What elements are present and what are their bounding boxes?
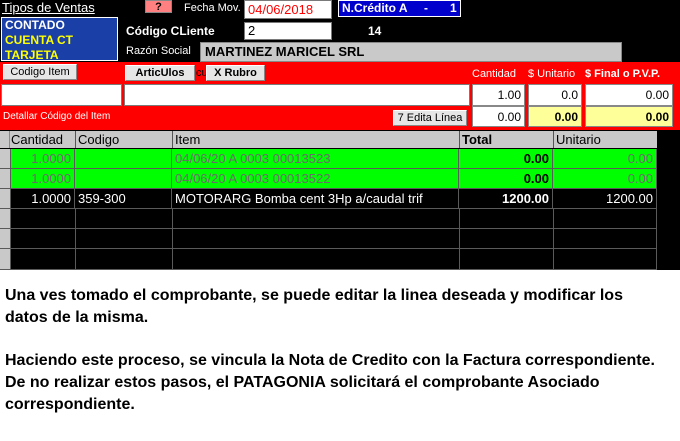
unitario-input-2[interactable]: 0.00 — [528, 106, 582, 127]
grid-line — [553, 209, 554, 270]
razon-social-label: Razón Social — [126, 45, 191, 57]
table-row-cell[interactable]: 1.0000 — [11, 169, 75, 189]
table-row-cell[interactable]: 359-300 — [75, 189, 172, 209]
fecha-label: Fecha Mov. — [184, 2, 241, 14]
final-input-2[interactable]: 0.00 — [585, 106, 673, 127]
codigo-item-input[interactable] — [1, 84, 122, 106]
table-row-cell[interactable] — [75, 149, 172, 169]
codigo-cliente-extra: 14 — [368, 24, 382, 38]
final-label: $ Final o P.V.P. — [585, 68, 661, 80]
table-row-cell[interactable]: 0.00 — [459, 169, 553, 189]
document-number: 1 — [450, 1, 457, 15]
tipos-listbox[interactable]: CONTADO CUENTA CT TARJETA — [1, 17, 118, 61]
table-row-cell[interactable]: 04/06/20 A 0003 00013522 — [172, 169, 459, 189]
tipos-label: Tipos de Ventas — [2, 0, 95, 15]
table-row-cell[interactable]: 1.0000 — [11, 149, 75, 169]
fecha-field[interactable]: 04/06/2018 — [244, 0, 332, 19]
table-row-cell[interactable]: 0.00 — [553, 169, 657, 189]
table-row-cell[interactable]: 0.00 — [459, 149, 553, 169]
col-codigo[interactable]: Codigo — [75, 131, 120, 148]
unitario-input[interactable]: 0.0 — [528, 84, 582, 106]
articulo-description-input[interactable] — [124, 84, 470, 106]
tipos-option-cuenta[interactable]: CUENTA CT — [2, 33, 117, 48]
table-row-cell[interactable]: 1200.00 — [553, 189, 657, 209]
rubro-button[interactable]: X Rubro — [206, 65, 265, 81]
table-row-cell[interactable]: MOTORARG Bomba cent 3Hp a/caudal trif — [172, 189, 459, 209]
razon-social-field[interactable]: MARTINEZ MARICEL SRL — [200, 42, 622, 62]
document-separator: - — [424, 1, 428, 15]
app-window: Tipos de Ventas CONTADO CUENTA CT TARJET… — [0, 0, 680, 270]
grid-line — [172, 209, 173, 270]
col-total[interactable]: Total — [459, 131, 493, 148]
description-paragraph-2: Haciendo este proceso, se vincula la Not… — [5, 352, 655, 413]
table-row-empty[interactable] — [11, 209, 657, 229]
grid-line — [459, 209, 460, 270]
row-selector[interactable] — [0, 229, 11, 249]
final-input[interactable]: 0.00 — [585, 84, 673, 106]
tipos-option-contado[interactable]: CONTADO — [2, 18, 117, 33]
table-row-cell[interactable]: 04/06/20 A 0003 00013523 — [172, 149, 459, 169]
detallar-label: Detallar Código del Item — [3, 111, 111, 122]
table-row-cell[interactable]: 1200.00 — [459, 189, 553, 209]
row-selector[interactable] — [0, 169, 11, 189]
table-row-cell[interactable]: 1.0000 — [11, 189, 75, 209]
codigo-cliente-field[interactable]: 2 — [244, 22, 332, 40]
col-cantidad[interactable]: Cantidad — [11, 131, 64, 148]
description-paragraph-1: Una ves tomado el comprobante, se puede … — [5, 287, 623, 326]
col-item[interactable]: Item — [172, 131, 201, 148]
tipos-option-tarjeta[interactable]: TARJETA — [2, 48, 117, 60]
row-selector[interactable] — [0, 189, 11, 209]
row-selector[interactable] — [0, 149, 11, 169]
grid-line — [75, 209, 76, 270]
cantidad-input[interactable]: 1.00 — [472, 84, 525, 106]
document-type-label: N.Crédito A — [342, 1, 408, 15]
grid-corner — [0, 131, 10, 148]
table-row-empty[interactable] — [11, 229, 657, 249]
document-type-box: N.Crédito A - 1 — [338, 0, 461, 17]
codigo-cliente-label: Código CLiente — [126, 24, 215, 38]
table-row-empty[interactable] — [11, 249, 657, 270]
help-button[interactable]: ? — [145, 0, 172, 13]
row-selector[interactable] — [0, 209, 11, 229]
articulos-button[interactable]: ArticUlos — [125, 65, 195, 81]
cantidad-label: Cantidad — [472, 68, 517, 80]
edita-linea-button[interactable]: 7 Edita Línea — [393, 110, 467, 126]
table-row-cell[interactable] — [75, 169, 172, 189]
table-row-cell[interactable]: 0.00 — [553, 149, 657, 169]
cantidad-input-2[interactable]: 0.00 — [472, 106, 525, 127]
items-grid: Cantidad Codigo Item Total Unitario 1.00… — [0, 131, 657, 270]
codigo-item-button[interactable]: Codigo Item — [3, 64, 77, 80]
col-unitario[interactable]: Unitario — [553, 131, 601, 148]
row-selector[interactable] — [0, 249, 11, 270]
unitario-label: $ Unitario — [528, 68, 576, 80]
